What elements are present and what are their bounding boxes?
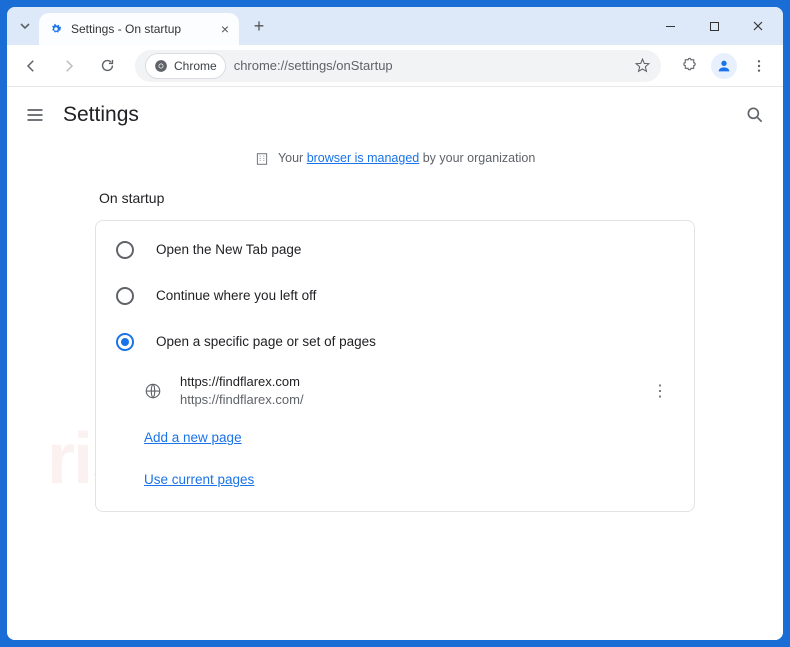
- use-current-link[interactable]: Use current pages: [144, 472, 254, 487]
- settings-header: Settings: [7, 87, 783, 143]
- dots-vertical-icon: [751, 58, 767, 74]
- menu-button[interactable]: [743, 50, 775, 82]
- toolbar: Chrome chrome://settings/onStartup: [7, 45, 783, 87]
- new-tab-button[interactable]: +: [245, 12, 273, 40]
- search-button[interactable]: [745, 105, 765, 125]
- section-title: On startup: [95, 182, 695, 220]
- search-icon: [745, 105, 765, 125]
- site-chip-label: Chrome: [174, 59, 217, 73]
- radio-icon-selected: [116, 333, 134, 351]
- maximize-icon: [709, 21, 720, 32]
- bookmark-button[interactable]: [634, 57, 651, 74]
- back-button[interactable]: [15, 50, 47, 82]
- startup-page-row: https://findflarex.com https://findflare…: [96, 365, 694, 417]
- option-new-tab[interactable]: Open the New Tab page: [96, 227, 694, 273]
- option-continue[interactable]: Continue where you left off: [96, 273, 694, 319]
- option-specific-pages[interactable]: Open a specific page or set of pages: [96, 319, 694, 365]
- on-startup-section: On startup Open the New Tab page Continu…: [95, 182, 695, 512]
- window-controls: [649, 11, 779, 41]
- page-more-button[interactable]: ⋮: [646, 375, 674, 407]
- page-info: https://findflarex.com https://findflare…: [180, 373, 628, 409]
- close-icon: [752, 20, 764, 32]
- arrow-right-icon: [60, 57, 78, 75]
- option-label: Continue where you left off: [156, 288, 316, 303]
- add-page-row: Add a new page: [96, 417, 694, 459]
- puzzle-icon: [681, 57, 698, 74]
- managed-suffix: by your organization: [419, 151, 535, 165]
- reload-button[interactable]: [91, 50, 123, 82]
- managed-prefix: Your: [278, 151, 307, 165]
- titlebar: Settings - On startup × +: [7, 7, 783, 45]
- managed-link[interactable]: browser is managed: [307, 151, 420, 165]
- globe-icon: [144, 382, 162, 400]
- managed-notice: Your browser is managed by your organiza…: [7, 143, 783, 182]
- minimize-button[interactable]: [649, 11, 691, 41]
- hamburger-icon: [25, 105, 45, 125]
- star-icon: [634, 57, 651, 74]
- page-title-text: https://findflarex.com: [180, 373, 628, 391]
- use-current-row: Use current pages: [96, 459, 694, 501]
- option-label: Open a specific page or set of pages: [156, 334, 376, 349]
- gear-icon: [49, 22, 63, 36]
- option-label: Open the New Tab page: [156, 242, 301, 257]
- page-url-text: https://findflarex.com/: [180, 391, 628, 409]
- tab-close-button[interactable]: ×: [221, 21, 229, 37]
- chrome-logo-icon: [154, 59, 168, 73]
- site-chip[interactable]: Chrome: [145, 53, 226, 79]
- profile-button[interactable]: [711, 53, 737, 79]
- minimize-icon: [665, 21, 676, 32]
- tab-search-button[interactable]: [11, 12, 39, 40]
- startup-card: Open the New Tab page Continue where you…: [95, 220, 695, 512]
- forward-button[interactable]: [53, 50, 85, 82]
- extensions-button[interactable]: [673, 50, 705, 82]
- content-area: PC risk.com Settings Your browser is man…: [7, 87, 783, 640]
- address-bar[interactable]: Chrome chrome://settings/onStartup: [135, 50, 661, 82]
- chevron-down-icon: [19, 20, 31, 32]
- menu-toggle-button[interactable]: [25, 105, 45, 125]
- browser-window: Settings - On startup × + Chrome chrome:…: [7, 7, 783, 640]
- person-icon: [716, 58, 732, 74]
- building-icon: [255, 152, 269, 166]
- browser-tab[interactable]: Settings - On startup ×: [39, 13, 239, 45]
- tab-title: Settings - On startup: [71, 22, 181, 36]
- radio-icon: [116, 287, 134, 305]
- page-title: Settings: [63, 103, 139, 127]
- url-text: chrome://settings/onStartup: [234, 58, 626, 73]
- close-button[interactable]: [737, 11, 779, 41]
- radio-icon: [116, 241, 134, 259]
- maximize-button[interactable]: [693, 11, 735, 41]
- reload-icon: [99, 57, 116, 74]
- arrow-left-icon: [22, 57, 40, 75]
- add-page-link[interactable]: Add a new page: [144, 430, 242, 445]
